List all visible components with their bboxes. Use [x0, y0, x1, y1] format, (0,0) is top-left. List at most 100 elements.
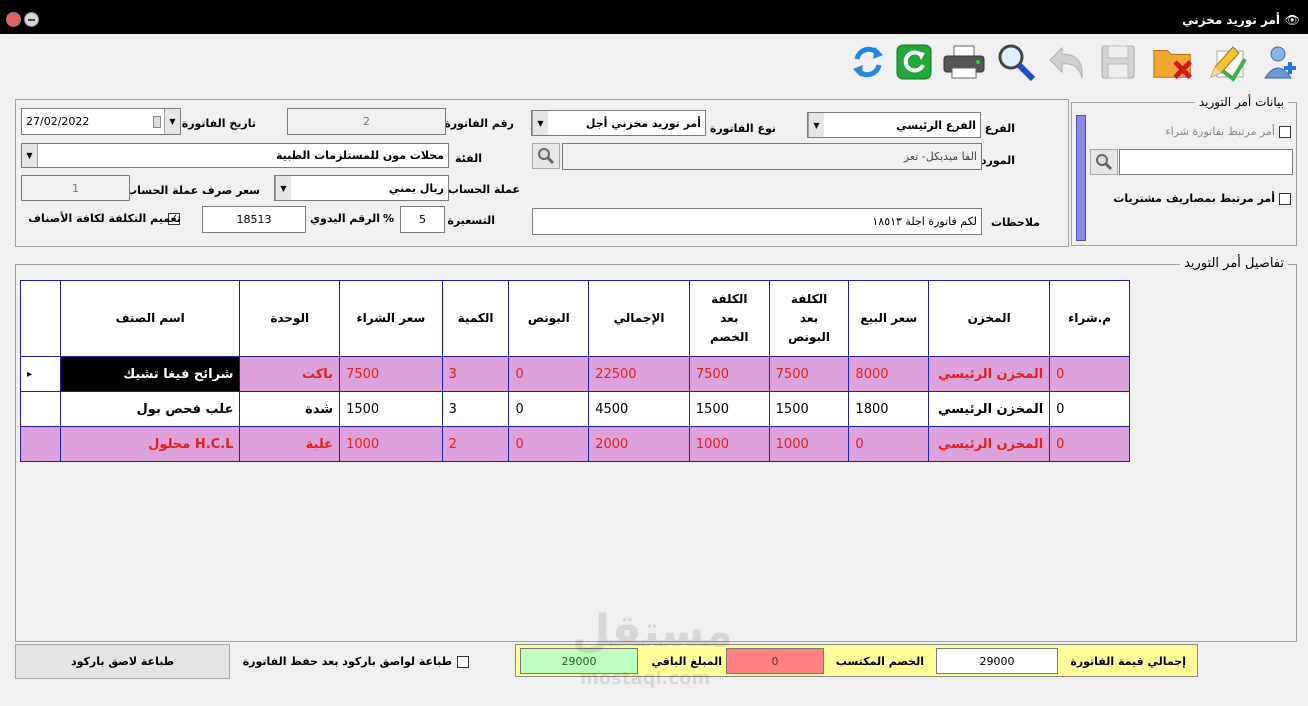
invoice-no-field[interactable]: 2 — [287, 108, 446, 135]
notes-field[interactable]: لكم فاتورة اجلة ١٨٥١٣ — [532, 208, 982, 235]
undo-icon[interactable] — [1046, 40, 1090, 84]
cell-sell-price[interactable]: 1800 — [848, 391, 930, 427]
cell-cost-after-bonus[interactable]: 1500 — [768, 391, 850, 427]
pricing-field[interactable]: 5 — [400, 206, 445, 233]
invoice-total-field[interactable]: 29000 — [936, 648, 1058, 674]
cell-item-name[interactable]: H.C.L محلول — [59, 426, 241, 462]
account-currency-select[interactable]: ▼ ريال يمني — [274, 175, 449, 201]
column-warehouse[interactable]: المخزن — [928, 280, 1051, 357]
branch-select[interactable]: ▼ الفرع الرئيسي — [807, 112, 981, 138]
column-item-name[interactable]: اسم الصنف — [59, 280, 241, 357]
linked-purchase-expenses-checkbox[interactable] — [1279, 193, 1291, 205]
details-title: تفاصيل أمر التوريد — [1180, 256, 1288, 271]
cell-warehouse[interactable]: المخزن الرئيسي — [928, 391, 1051, 427]
cell-warehouse[interactable]: المخزن الرئيسي — [928, 356, 1051, 392]
edit-icon[interactable] — [1204, 40, 1248, 84]
search-icon[interactable] — [994, 40, 1038, 84]
cell-bonus[interactable]: 0 — [508, 426, 590, 462]
column-cost-after-bonus[interactable]: الكلفة بعد البونص — [768, 280, 850, 357]
cell-cost-after-bonus[interactable]: 1000 — [768, 426, 850, 462]
row-indicator[interactable] — [20, 391, 61, 427]
print-after-save-checkbox[interactable] — [457, 656, 469, 668]
supplier-field[interactable]: الفا ميديكل- تعز — [562, 143, 982, 170]
save-icon[interactable] — [1096, 40, 1140, 84]
invoice-no-label: رقم الفاتورة — [444, 117, 514, 130]
row-indicator[interactable] — [20, 426, 61, 462]
watermark-logo: مستقل — [572, 606, 733, 657]
supplier-search-button[interactable] — [532, 143, 560, 169]
add-user-icon[interactable] — [1256, 40, 1300, 84]
cell-purchase-no[interactable]: 0 — [1049, 391, 1130, 427]
column-bonus[interactable]: البونص — [508, 280, 590, 357]
cell-warehouse[interactable]: المخزن الرئيسي — [928, 426, 1051, 462]
cell-quantity[interactable]: 3 — [441, 356, 510, 392]
earned-discount-field[interactable]: 0 — [726, 648, 824, 674]
cell-bonus[interactable]: 0 — [508, 391, 590, 427]
row-indicator[interactable]: ▸ — [20, 356, 61, 392]
cell-item-name[interactable]: علب فحص بول — [59, 391, 241, 427]
delete-folder-icon[interactable] — [1152, 40, 1196, 84]
chevron-down-icon: ▼ — [808, 113, 824, 137]
print-icon[interactable] — [942, 40, 986, 84]
cell-quantity[interactable]: 3 — [441, 391, 510, 427]
linked-purchase-invoice-checkbox[interactable] — [1279, 126, 1291, 138]
sync-icon[interactable] — [846, 40, 890, 84]
notes-label: ملاحظات — [991, 216, 1040, 229]
column-sell-price[interactable]: سعر البيع — [848, 280, 930, 357]
chevron-down-icon: ▼ — [532, 111, 548, 135]
column-total[interactable]: الإجمالي — [588, 280, 690, 357]
cell-buy-price[interactable]: 7500 — [339, 356, 443, 392]
close-window-button[interactable] — [6, 12, 21, 27]
table-row[interactable]: H.C.L محلول علبة 1000 2 0 2000 1000 1000… — [20, 426, 1130, 462]
details-grid[interactable]: اسم الصنف الوحدة سعر الشراء الكمية البون… — [20, 280, 1130, 462]
earned-discount-label: الخصم المكتسب — [835, 655, 924, 668]
print-barcode-button[interactable]: طباعة لاصق باركود — [15, 644, 230, 679]
cell-buy-price[interactable]: 1500 — [339, 391, 443, 427]
cell-item-name[interactable]: شرائح فيغا تشيك — [59, 356, 241, 392]
supply-data-title: بيانات أمر التوريد — [1194, 95, 1288, 109]
column-unit[interactable]: الوحدة — [239, 280, 341, 357]
column-purchase-no[interactable]: م.شراء — [1049, 280, 1130, 357]
cell-unit[interactable]: علبة — [239, 426, 341, 462]
purchase-invoice-search-button[interactable] — [1090, 149, 1118, 175]
category-select[interactable]: ▼ محلات مون للمستلزمات الطبية — [21, 143, 449, 168]
cell-total[interactable]: 22500 — [588, 356, 690, 392]
cell-cost-after-discount[interactable]: 7500 — [688, 356, 770, 392]
table-row[interactable]: ▸ شرائح فيغا تشيك باكت 7500 3 0 22500 75… — [20, 356, 1130, 392]
watermark-subtext: mostaql.com — [580, 668, 711, 689]
chevron-down-icon: ▼ — [164, 109, 180, 134]
cell-unit[interactable]: باكت — [239, 356, 341, 392]
cell-buy-price[interactable]: 1000 — [339, 426, 443, 462]
search-icon — [538, 148, 555, 165]
refresh-icon[interactable] — [892, 40, 936, 84]
cell-purchase-no[interactable]: 0 — [1049, 426, 1130, 462]
cell-cost-after-discount[interactable]: 1000 — [688, 426, 770, 462]
percent-sign: % — [383, 212, 395, 225]
invoice-type-label: نوع الفاتورة — [709, 122, 776, 135]
invoice-type-select[interactable]: ▼ أمر توريد مخزني أجل — [531, 110, 706, 136]
side-indicator-bar — [1076, 115, 1086, 241]
cell-cost-after-bonus[interactable]: 7500 — [768, 356, 850, 392]
generalize-cost-label: تعميم التكلفة لكافة الأصناف — [28, 212, 181, 225]
cell-total[interactable]: 2000 — [588, 426, 690, 462]
column-quantity[interactable]: الكمية — [441, 280, 510, 357]
cell-quantity[interactable]: 2 — [441, 426, 510, 462]
purchase-invoice-field[interactable] — [1119, 149, 1293, 175]
exchange-rate-field[interactable]: 1 — [21, 175, 130, 201]
invoice-date-picker[interactable]: 27/02/2022 ▼ — [21, 108, 181, 135]
column-buy-price[interactable]: سعر الشراء — [339, 280, 443, 357]
column-cost-after-discount[interactable]: الكلفة بعد الخصم — [688, 280, 770, 357]
cell-purchase-no[interactable]: 0 — [1049, 356, 1130, 392]
cell-sell-price[interactable]: 0 — [848, 426, 930, 462]
linked-purchase-expenses-label: أمر مرتبط بمصاريف مشتريات — [1113, 192, 1275, 205]
cell-unit[interactable]: شدة — [239, 391, 341, 427]
cell-sell-price[interactable]: 8000 — [848, 356, 930, 392]
title-bar: 👁 أمر توريد مخزني — [0, 0, 1308, 34]
cell-cost-after-discount[interactable]: 1500 — [688, 391, 770, 427]
manual-no-field[interactable]: 18513 — [202, 206, 306, 233]
manual-no-label: الرقم اليدوي — [309, 212, 380, 225]
cell-bonus[interactable]: 0 — [508, 356, 590, 392]
cell-total[interactable]: 4500 — [588, 391, 690, 427]
table-row[interactable]: علب فحص بول شدة 1500 3 0 4500 1500 1500 … — [20, 391, 1130, 427]
minimize-window-button[interactable] — [24, 12, 39, 27]
